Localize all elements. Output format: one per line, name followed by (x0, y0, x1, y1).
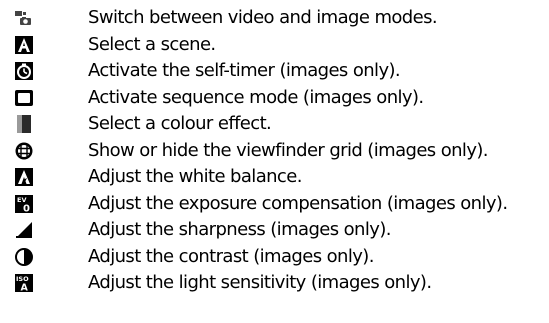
viewfinder-grid-icon (14, 141, 34, 161)
item-label: Adjust the sharpness (images only). (88, 219, 391, 240)
sequence-mode-icon (14, 88, 34, 108)
exposure-icon-zero-text: 0 (23, 203, 30, 214)
item-label: Adjust the contrast (images only). (88, 245, 374, 267)
exposure-compensation-icon: EV 0 (14, 194, 34, 214)
sharpness-icon (14, 220, 34, 240)
iso-icon: ISO A (14, 273, 34, 293)
list-item: Adjust the white balance. (0, 164, 549, 191)
iso-icon-a-text: A (21, 283, 29, 294)
list-item: Activate sequence mode (images only). (0, 85, 549, 112)
scene-auto-icon (14, 35, 34, 55)
self-timer-icon (14, 61, 34, 81)
list-item: Select a scene. (0, 32, 549, 59)
list-item: Activate the self-timer (images only). (0, 58, 549, 85)
item-label: Select a colour effect. (88, 113, 272, 134)
list-item: Show or hide the viewfinder grid (images… (0, 138, 549, 165)
item-label: Select a scene. (88, 33, 216, 55)
item-label: Activate sequence mode (images only). (88, 86, 424, 108)
icon-legend-list: Switch between video and image modes. Se… (0, 5, 549, 297)
white-balance-icon (14, 167, 34, 187)
item-label: Activate the self-timer (images only). (88, 60, 401, 81)
list-item: Adjust the contrast (images only). (0, 244, 549, 271)
list-item: Switch between video and image modes. (0, 5, 549, 32)
contrast-icon (14, 247, 34, 267)
colour-effect-icon (14, 114, 34, 134)
list-item: Select a colour effect. (0, 111, 549, 138)
item-label: Show or hide the viewfinder grid (images… (88, 139, 489, 161)
item-label: Adjust the exposure compensation (images… (88, 192, 508, 214)
list-item: ISO A Adjust the light sensitivity (imag… (0, 270, 549, 297)
list-item: EV 0 Adjust the exposure compensation (i… (0, 191, 549, 218)
item-label: Switch between video and image modes. (88, 7, 438, 28)
item-label: Adjust the white balance. (88, 166, 302, 187)
camera-video-switch-icon (14, 8, 34, 28)
list-item: Adjust the sharpness (images only). (0, 217, 549, 244)
item-label: Adjust the light sensitivity (images onl… (88, 272, 432, 293)
